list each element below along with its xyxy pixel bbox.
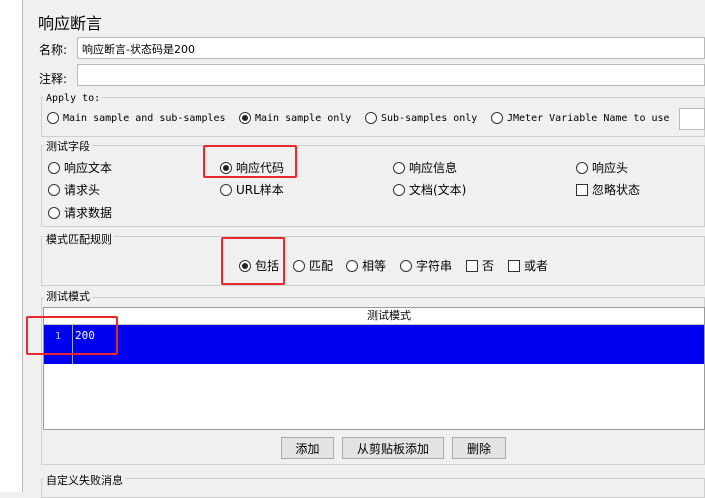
tree-panel-edge (0, 0, 23, 492)
rule-or-checkbox[interactable]: 或者 (508, 257, 548, 274)
field-url-sampled-radio[interactable]: URL样本 (220, 181, 284, 198)
field-response-message-radio[interactable]: 响应信息 (393, 159, 457, 176)
delete-button[interactable]: 删除 (452, 437, 506, 459)
rule-equals-radio[interactable]: 相等 (346, 257, 386, 274)
highlight-box-response-code (203, 145, 297, 178)
checkbox-icon (508, 259, 520, 272)
field-request-data-radio[interactable]: 请求数据 (48, 204, 112, 221)
add-button[interactable]: 添加 (281, 437, 334, 459)
radio-icon (400, 259, 412, 272)
patterns-column-header[interactable]: 测试模式 (44, 308, 704, 325)
radio-icon (393, 161, 405, 174)
apply-sub-only-radio[interactable]: Sub-samples only (365, 112, 477, 124)
radio-icon (48, 183, 60, 196)
radio-icon (293, 259, 305, 272)
radio-icon (220, 183, 232, 196)
name-field[interactable]: 响应断言-状态码是200 (77, 37, 705, 59)
apply-main-and-sub-radio[interactable]: Main sample and sub-samples (47, 112, 226, 124)
ignore-status-checkbox[interactable]: 忽略状态 (576, 181, 640, 198)
radio-icon (365, 112, 377, 124)
name-label: 名称: (39, 43, 68, 57)
rule-not-checkbox[interactable]: 否 (466, 257, 494, 274)
pattern-rule-title: 模式匹配规则 (44, 231, 114, 247)
custom-failure-group (41, 478, 705, 498)
comment-label: 注释: (39, 72, 68, 86)
radio-icon (47, 112, 59, 124)
field-document-text-radio[interactable]: 文档(文本) (393, 181, 466, 198)
rule-matches-radio[interactable]: 匹配 (293, 257, 333, 274)
rule-substring-radio[interactable]: 字符串 (400, 257, 452, 274)
radio-icon (48, 206, 60, 219)
field-request-headers-radio[interactable]: 请求头 (48, 181, 100, 198)
field-response-text-radio[interactable]: 响应文本 (48, 159, 112, 176)
radio-icon (576, 161, 588, 174)
highlight-box-pattern (26, 316, 118, 355)
apply-jmeter-variable-radio[interactable]: JMeter Variable Name to use (491, 112, 670, 124)
test-patterns-title: 测试模式 (44, 288, 92, 304)
add-from-clipboard-button[interactable]: 从剪贴板添加 (342, 437, 444, 459)
highlight-box-contains (221, 237, 285, 285)
field-response-headers-radio[interactable]: 响应头 (576, 159, 628, 176)
radio-icon (48, 161, 60, 174)
apply-to-title: Apply to: (44, 93, 103, 104)
radio-icon (393, 183, 405, 196)
jmeter-variable-input[interactable] (679, 108, 705, 130)
table-row[interactable]: 1 200 (44, 325, 704, 364)
test-field-title: 测试字段 (44, 138, 92, 154)
panel-title: 响应断言 (38, 14, 103, 33)
radio-icon (491, 112, 503, 124)
checkbox-icon (576, 183, 588, 196)
radio-selected-icon (239, 112, 251, 124)
radio-icon (346, 259, 358, 272)
checkbox-icon (466, 259, 478, 272)
custom-failure-title: 自定义失败消息 (44, 472, 125, 488)
patterns-table[interactable]: 测试模式 1 200 (43, 307, 705, 430)
comment-field[interactable] (77, 64, 705, 86)
apply-main-only-radio[interactable]: Main sample only (239, 112, 351, 124)
